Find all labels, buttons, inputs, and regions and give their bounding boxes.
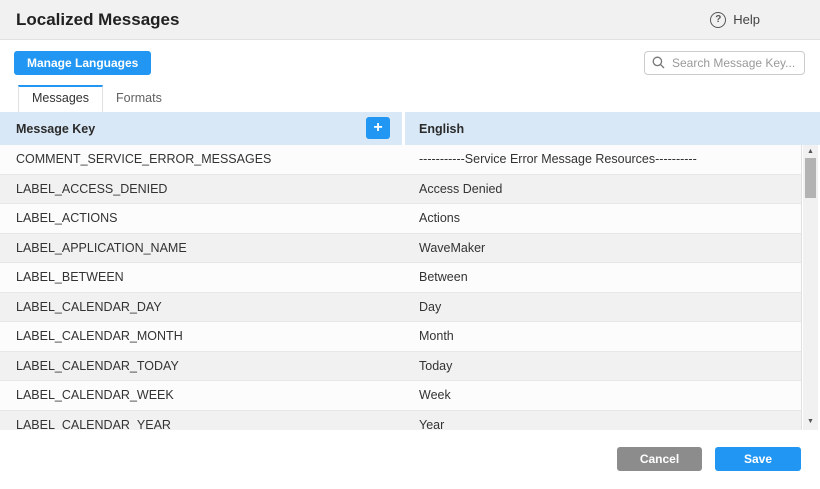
- column-header-message-key: Message Key +: [0, 112, 402, 145]
- manage-languages-button[interactable]: Manage Languages: [14, 51, 151, 75]
- message-key-cell[interactable]: LABEL_CALENDAR_MONTH: [0, 329, 402, 343]
- message-key-cell[interactable]: LABEL_CALENDAR_TODAY: [0, 359, 402, 373]
- dialog-header: Localized Messages ? Help: [0, 0, 820, 40]
- chevron-down-icon[interactable]: ▼: [803, 417, 818, 427]
- table-row[interactable]: LABEL_ACCESS_DENIED Access Denied: [0, 175, 801, 205]
- table-row[interactable]: LABEL_ACTIONS Actions: [0, 204, 801, 234]
- message-key-cell[interactable]: LABEL_CALENDAR_DAY: [0, 300, 402, 314]
- save-button[interactable]: Save: [715, 447, 801, 471]
- table-body: COMMENT_SERVICE_ERROR_MESSAGES ---------…: [0, 145, 820, 430]
- english-value-cell[interactable]: Actions: [402, 211, 801, 225]
- column-header-english: English: [402, 112, 820, 145]
- table-rows: COMMENT_SERVICE_ERROR_MESSAGES ---------…: [0, 145, 802, 430]
- table-row[interactable]: LABEL_APPLICATION_NAME WaveMaker: [0, 234, 801, 264]
- table-header: Message Key + English: [0, 112, 820, 145]
- table-row[interactable]: LABEL_CALENDAR_YEAR Year: [0, 411, 801, 431]
- message-key-cell[interactable]: LABEL_CALENDAR_YEAR: [0, 418, 402, 430]
- toolbar: Manage Languages: [0, 40, 820, 85]
- message-key-cell[interactable]: LABEL_CALENDAR_WEEK: [0, 388, 402, 402]
- message-key-cell[interactable]: LABEL_ACTIONS: [0, 211, 402, 225]
- table-row[interactable]: LABEL_BETWEEN Between: [0, 263, 801, 293]
- english-value-cell[interactable]: -----------Service Error Message Resourc…: [402, 152, 801, 166]
- table-row[interactable]: COMMENT_SERVICE_ERROR_MESSAGES ---------…: [0, 145, 801, 175]
- english-header-label: English: [419, 122, 464, 136]
- search-icon: [652, 56, 665, 69]
- table-row[interactable]: LABEL_CALENDAR_DAY Day: [0, 293, 801, 323]
- english-value-cell[interactable]: WaveMaker: [402, 241, 801, 255]
- english-value-cell[interactable]: Month: [402, 329, 801, 343]
- chevron-up-icon[interactable]: ▲: [803, 147, 818, 157]
- help-button[interactable]: ? Help: [710, 12, 760, 28]
- add-message-key-button[interactable]: +: [366, 117, 390, 139]
- vertical-scrollbar[interactable]: ▲ ▼: [803, 145, 818, 430]
- scrollbar-thumb[interactable]: [805, 158, 816, 198]
- tab-messages[interactable]: Messages: [18, 85, 103, 112]
- message-key-cell[interactable]: LABEL_APPLICATION_NAME: [0, 241, 402, 255]
- english-value-cell[interactable]: Day: [402, 300, 801, 314]
- english-value-cell[interactable]: Year: [402, 418, 801, 430]
- help-circle-icon: ?: [710, 12, 726, 28]
- cancel-button[interactable]: Cancel: [617, 447, 702, 471]
- message-key-cell[interactable]: LABEL_BETWEEN: [0, 270, 402, 284]
- table-row[interactable]: LABEL_CALENDAR_TODAY Today: [0, 352, 801, 382]
- table-row[interactable]: LABEL_CALENDAR_WEEK Week: [0, 381, 801, 411]
- table-row[interactable]: LABEL_CALENDAR_MONTH Month: [0, 322, 801, 352]
- dialog-footer: Cancel Save: [0, 430, 820, 471]
- search-input[interactable]: [644, 51, 805, 75]
- message-key-cell[interactable]: COMMENT_SERVICE_ERROR_MESSAGES: [0, 152, 402, 166]
- message-key-header-label: Message Key: [16, 122, 95, 136]
- english-value-cell[interactable]: Week: [402, 388, 801, 402]
- message-key-cell[interactable]: LABEL_ACCESS_DENIED: [0, 182, 402, 196]
- english-value-cell[interactable]: Between: [402, 270, 801, 284]
- search-box: [644, 51, 805, 75]
- tab-bar: Messages Formats: [0, 85, 820, 112]
- english-value-cell[interactable]: Today: [402, 359, 801, 373]
- english-value-cell[interactable]: Access Denied: [402, 182, 801, 196]
- plus-icon: +: [373, 119, 382, 136]
- tab-formats[interactable]: Formats: [103, 85, 175, 112]
- page-title: Localized Messages: [16, 10, 179, 30]
- help-label: Help: [733, 12, 760, 27]
